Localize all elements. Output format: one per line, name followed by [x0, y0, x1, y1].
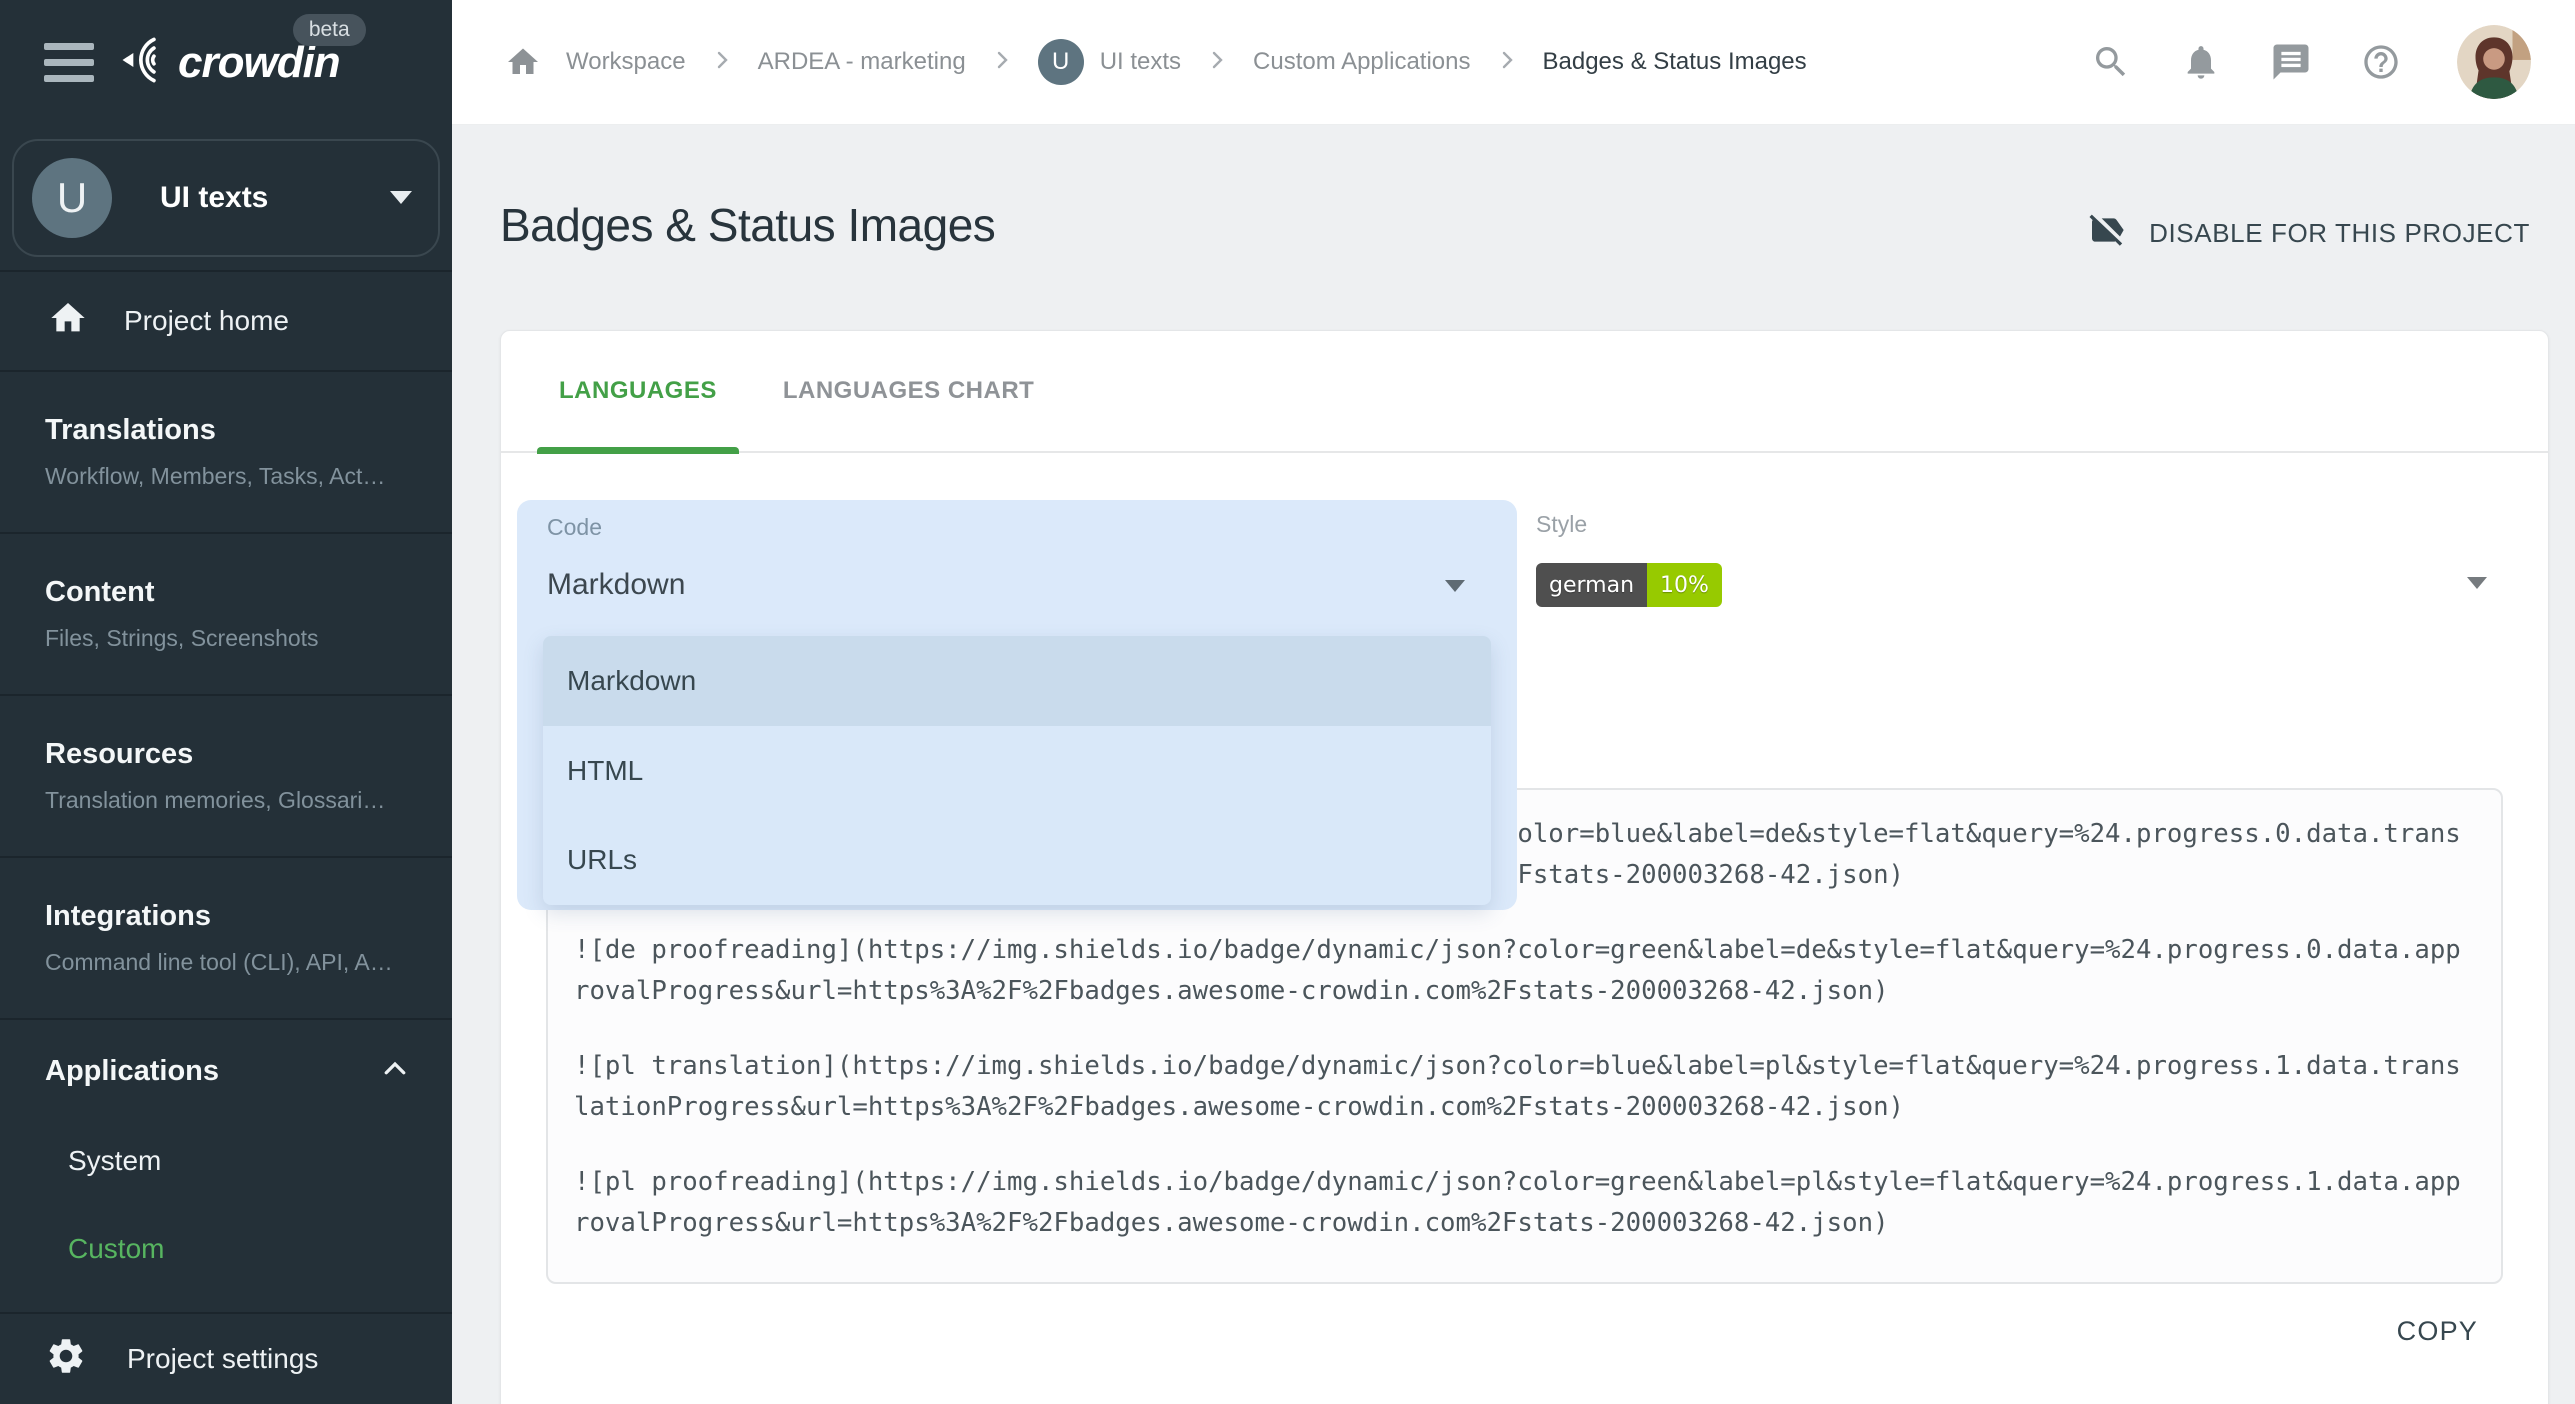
- breadcrumb-separator-icon: [1495, 48, 1519, 77]
- chevron-up-icon: [380, 1054, 410, 1089]
- section-title: Translations: [45, 414, 452, 447]
- breadcrumb-custom-applications[interactable]: Custom Applications: [1253, 48, 1470, 76]
- style-label: Style: [1536, 511, 2503, 538]
- crowdin-app: crowdin beta U UI texts Project home Tra…: [0, 0, 2575, 1404]
- chevron-down-icon: [2467, 577, 2487, 589]
- code-label: Code: [547, 514, 602, 541]
- notifications-bell-icon[interactable]: [2179, 40, 2223, 84]
- sidebar-group-applications: Applications System Custom: [0, 1020, 452, 1312]
- breadcrumb: Workspace ARDEA - marketing U UI texts C…: [504, 39, 2089, 85]
- chevron-down-icon[interactable]: [1445, 580, 1465, 592]
- applications-title: Applications: [45, 1055, 219, 1088]
- sidebar-item-integrations[interactable]: Integrations Command line tool (CLI), AP…: [0, 858, 452, 1020]
- code-entry: ![pl proofreading](https://img.shields.i…: [574, 1162, 2475, 1244]
- code-select-value: Markdown: [547, 568, 685, 602]
- section-title: Content: [45, 576, 452, 609]
- sidebar-item-custom[interactable]: Custom: [45, 1233, 410, 1265]
- sidebar-item-system[interactable]: System: [45, 1145, 410, 1177]
- tab-languages[interactable]: LANGUAGES: [537, 330, 739, 452]
- search-icon[interactable]: [2089, 40, 2133, 84]
- breadcrumb-organization[interactable]: ARDEA - marketing: [758, 48, 966, 76]
- settings-label: Project settings: [127, 1343, 318, 1375]
- tab-languages-chart[interactable]: LANGUAGES CHART: [761, 330, 1057, 452]
- sidebar-item-resources[interactable]: Resources Translation memories, Glossari…: [0, 696, 452, 858]
- section-title: Integrations: [45, 900, 452, 933]
- label-off-icon: [2087, 210, 2127, 257]
- chevron-down-icon: [390, 191, 412, 204]
- breadcrumb-current-page: Badges & Status Images: [1543, 48, 1807, 76]
- sidebar-item-project-settings[interactable]: Project settings: [0, 1312, 452, 1404]
- sidebar-item-translations[interactable]: Translations Workflow, Members, Tasks, A…: [0, 372, 452, 534]
- gear-icon: [45, 1335, 87, 1384]
- tabs: LANGUAGES LANGUAGES CHART: [501, 331, 2548, 453]
- sidebar-header: crowdin beta: [0, 0, 452, 125]
- home-icon: [48, 298, 88, 345]
- user-avatar[interactable]: [2457, 25, 2531, 99]
- topbar: Workspace ARDEA - marketing U UI texts C…: [452, 0, 2575, 125]
- section-subtitle: Translation memories, Glossari…: [45, 787, 452, 814]
- copy-button[interactable]: COPY: [2397, 1316, 2478, 1347]
- dropdown-option-urls[interactable]: URLs: [543, 815, 1491, 905]
- section-subtitle: Files, Strings, Screenshots: [45, 625, 452, 652]
- disable-for-project-button[interactable]: DISABLE FOR THIS PROJECT: [2087, 210, 2530, 257]
- topbar-actions: [2089, 25, 2531, 99]
- code-entry: ![pl translation](https://img.shields.io…: [574, 1046, 2475, 1128]
- messages-icon[interactable]: [2269, 40, 2313, 84]
- beta-badge: beta: [293, 14, 366, 46]
- disable-button-label: DISABLE FOR THIS PROJECT: [2149, 218, 2530, 249]
- badge-progress-segment: 10%: [1647, 563, 1722, 607]
- code-entry: ![de proofreading](https://img.shields.i…: [574, 930, 2475, 1012]
- section-subtitle: Workflow, Members, Tasks, Act…: [45, 463, 452, 490]
- help-icon[interactable]: [2359, 40, 2403, 84]
- sidebar-item-label: Project home: [124, 305, 289, 337]
- project-name: UI texts: [160, 181, 390, 215]
- sidebar: crowdin beta U UI texts Project home Tra…: [0, 0, 452, 1404]
- breadcrumb-separator-icon: [710, 48, 734, 77]
- section-title: Resources: [45, 738, 452, 771]
- code-select-field[interactable]: [517, 500, 1517, 630]
- page-title: Badges & Status Images: [500, 198, 995, 252]
- badge-preview: german 10%: [1536, 563, 1722, 607]
- breadcrumb-home-icon[interactable]: [504, 43, 542, 81]
- section-subtitle: Command line tool (CLI), API, A…: [45, 949, 452, 976]
- breadcrumb-separator-icon: [990, 48, 1014, 77]
- breadcrumb-project-label: UI texts: [1100, 48, 1181, 76]
- dropdown-option-markdown[interactable]: Markdown: [543, 636, 1491, 726]
- project-avatar: U: [1038, 39, 1084, 85]
- code-select-open: Code Markdown Markdown HTML URLs: [517, 500, 1517, 910]
- sidebar-item-project-home[interactable]: Project home: [0, 272, 452, 372]
- code-select-dropdown: Markdown HTML URLs: [543, 636, 1491, 905]
- breadcrumb-separator-icon: [1205, 48, 1229, 77]
- style-select[interactable]: Style german 10%: [1536, 511, 2503, 538]
- project-selector-zone: U UI texts: [0, 125, 452, 272]
- project-avatar: U: [32, 158, 112, 238]
- sidebar-item-content[interactable]: Content Files, Strings, Screenshots: [0, 534, 452, 696]
- badge-language-segment: german: [1536, 563, 1647, 607]
- crowdin-logo-icon: [116, 36, 168, 89]
- project-selector[interactable]: U UI texts: [12, 139, 440, 257]
- breadcrumb-workspace[interactable]: Workspace: [566, 48, 686, 76]
- applications-header[interactable]: Applications: [45, 1054, 410, 1089]
- dropdown-option-html[interactable]: HTML: [543, 726, 1491, 816]
- crowdin-logo[interactable]: crowdin beta: [116, 36, 340, 89]
- breadcrumb-project[interactable]: U UI texts: [1038, 39, 1181, 85]
- hamburger-menu-icon[interactable]: [44, 43, 94, 82]
